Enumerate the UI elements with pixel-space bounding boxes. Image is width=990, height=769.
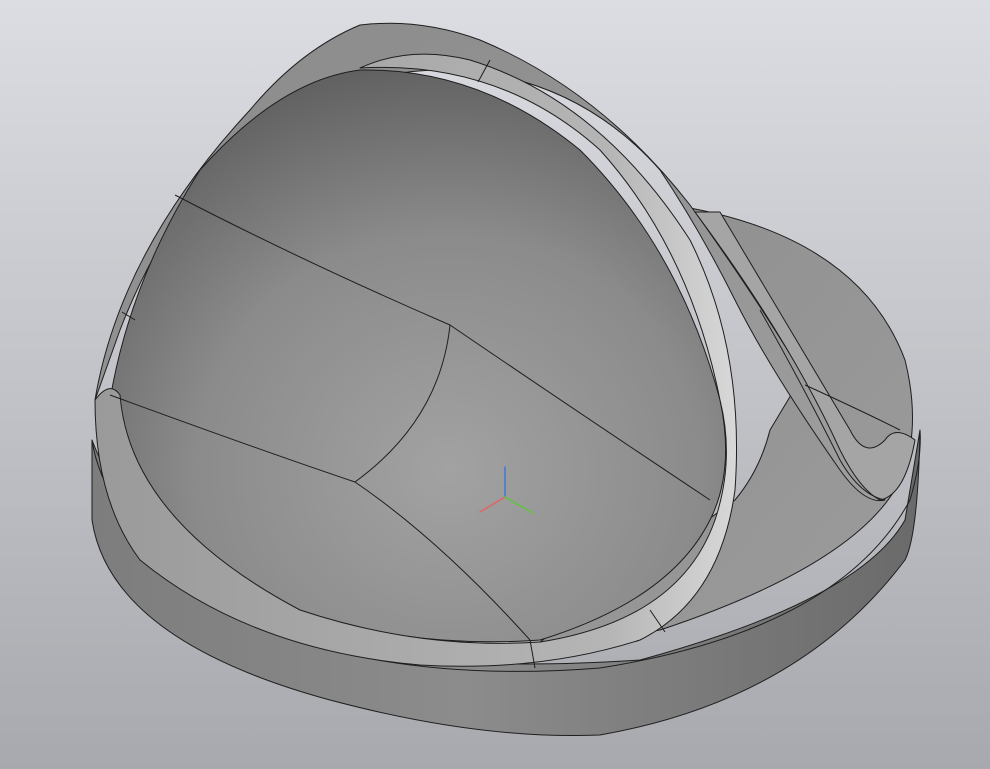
viewport-canvas[interactable]: [0, 0, 990, 769]
cad-3d-viewport[interactable]: [0, 0, 990, 769]
